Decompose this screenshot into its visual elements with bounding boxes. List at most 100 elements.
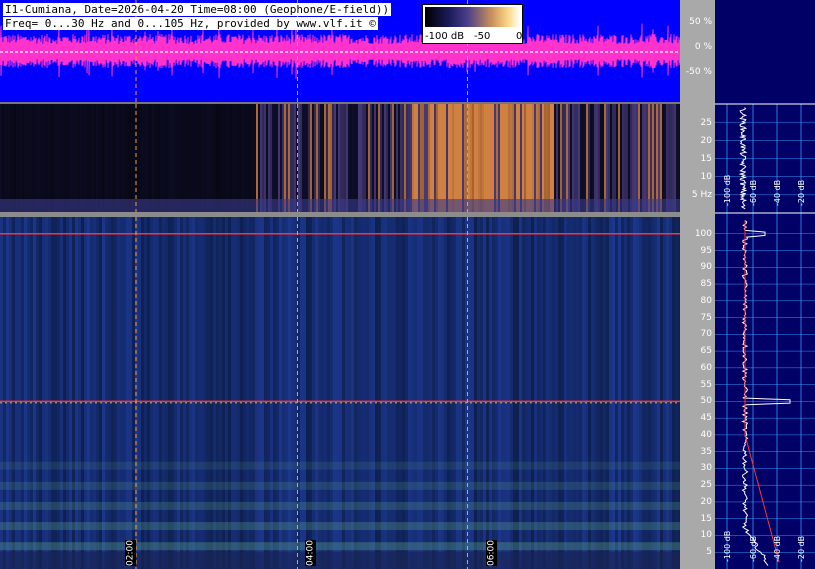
lf-tick-25: 25 bbox=[700, 118, 712, 128]
main-column bbox=[438, 217, 441, 569]
main-column bbox=[633, 217, 636, 569]
frequency-axis: 50 % 0 % -50 % 25 20 15 10 5 Hz 100 95 90 8… bbox=[680, 0, 715, 569]
lf-column bbox=[480, 104, 482, 213]
lf-column bbox=[420, 104, 422, 213]
colorbar-label-max: 0 bbox=[516, 31, 523, 42]
lf-column bbox=[282, 104, 284, 213]
lf-column bbox=[454, 104, 456, 213]
main-column bbox=[558, 217, 561, 569]
main-column bbox=[357, 217, 360, 569]
main-column bbox=[630, 217, 633, 569]
lf-column bbox=[532, 104, 534, 213]
header-frequency: Freq= 0...30 Hz and 0...105 Hz, provided… bbox=[3, 17, 378, 30]
lf-column bbox=[42, 104, 44, 213]
lf-column bbox=[94, 104, 96, 213]
main-column bbox=[309, 217, 312, 569]
main-column bbox=[114, 217, 117, 569]
main-column bbox=[516, 217, 519, 569]
lf-column bbox=[98, 104, 100, 213]
lf-column bbox=[554, 104, 556, 213]
main-column bbox=[111, 217, 114, 569]
lf-column bbox=[414, 104, 416, 213]
lf-column bbox=[26, 104, 28, 213]
main-column bbox=[237, 217, 240, 569]
main-column bbox=[21, 217, 24, 569]
lf-column bbox=[358, 104, 360, 213]
lf-column bbox=[230, 104, 232, 213]
lf-column bbox=[624, 104, 626, 213]
lf-column bbox=[560, 104, 562, 213]
main-column bbox=[315, 217, 318, 569]
main-column bbox=[672, 217, 675, 569]
lf-column bbox=[448, 104, 450, 213]
lf-column bbox=[252, 104, 254, 213]
main-column bbox=[663, 217, 666, 569]
lf-column bbox=[188, 104, 190, 213]
lf-column bbox=[312, 104, 314, 213]
lf-column bbox=[216, 104, 218, 213]
lf-column bbox=[12, 104, 14, 213]
main-column bbox=[39, 217, 42, 569]
main-column bbox=[546, 217, 549, 569]
main-column bbox=[78, 217, 81, 569]
lf-column bbox=[114, 104, 116, 213]
lf-column bbox=[490, 104, 492, 213]
lf-tick-20: 20 bbox=[700, 136, 712, 146]
main-column bbox=[390, 217, 393, 569]
lf-column bbox=[626, 104, 628, 213]
main-column bbox=[126, 217, 129, 569]
main-column bbox=[129, 217, 132, 569]
lf-column bbox=[28, 104, 30, 213]
lf-column bbox=[410, 104, 412, 213]
main-column bbox=[225, 217, 228, 569]
lf-column bbox=[110, 104, 112, 213]
main-column bbox=[582, 217, 585, 569]
lf-column bbox=[666, 104, 668, 213]
lf-column bbox=[158, 104, 160, 213]
main-column bbox=[480, 217, 483, 569]
main-column bbox=[243, 217, 246, 569]
main-column bbox=[402, 217, 405, 569]
main-column bbox=[468, 217, 471, 569]
harmonic-band bbox=[0, 501, 680, 510]
lf-column bbox=[66, 104, 68, 213]
lf-column bbox=[496, 104, 498, 213]
main-column bbox=[72, 217, 75, 569]
main-column bbox=[612, 217, 615, 569]
lf-column bbox=[334, 104, 336, 213]
spectrum-profile: -100 dB -60 dB -40 dB -20 dB -100 dB -60 dB -4… bbox=[715, 103, 815, 569]
main-column bbox=[561, 217, 564, 569]
lf-column bbox=[160, 104, 162, 213]
lf-column bbox=[618, 104, 620, 213]
lf-column bbox=[642, 104, 644, 213]
main-column bbox=[144, 217, 147, 569]
lf-column bbox=[34, 104, 36, 213]
lf-column bbox=[106, 104, 108, 213]
main-column bbox=[207, 217, 210, 569]
lf-column bbox=[352, 104, 354, 213]
main-column bbox=[573, 217, 576, 569]
lf-column bbox=[656, 104, 658, 213]
main-column bbox=[183, 217, 186, 569]
lf-column bbox=[528, 104, 530, 213]
lf-column bbox=[364, 104, 366, 213]
lf-column bbox=[596, 104, 598, 213]
main-column bbox=[510, 217, 513, 569]
lf-column bbox=[310, 104, 312, 213]
lf-column bbox=[58, 104, 60, 213]
main-column bbox=[33, 217, 36, 569]
lf-column bbox=[590, 104, 592, 213]
lf-column bbox=[100, 104, 102, 213]
main-column bbox=[285, 217, 288, 569]
main-column bbox=[384, 217, 387, 569]
lf-column bbox=[190, 104, 192, 213]
lf-column bbox=[182, 104, 184, 213]
main-column bbox=[453, 217, 456, 569]
lf-column bbox=[52, 104, 54, 213]
lf-column bbox=[270, 104, 272, 213]
main-column bbox=[177, 217, 180, 569]
lf-column bbox=[290, 104, 292, 213]
lf-column bbox=[132, 104, 134, 213]
main-column bbox=[570, 217, 573, 569]
main-column bbox=[642, 217, 645, 569]
